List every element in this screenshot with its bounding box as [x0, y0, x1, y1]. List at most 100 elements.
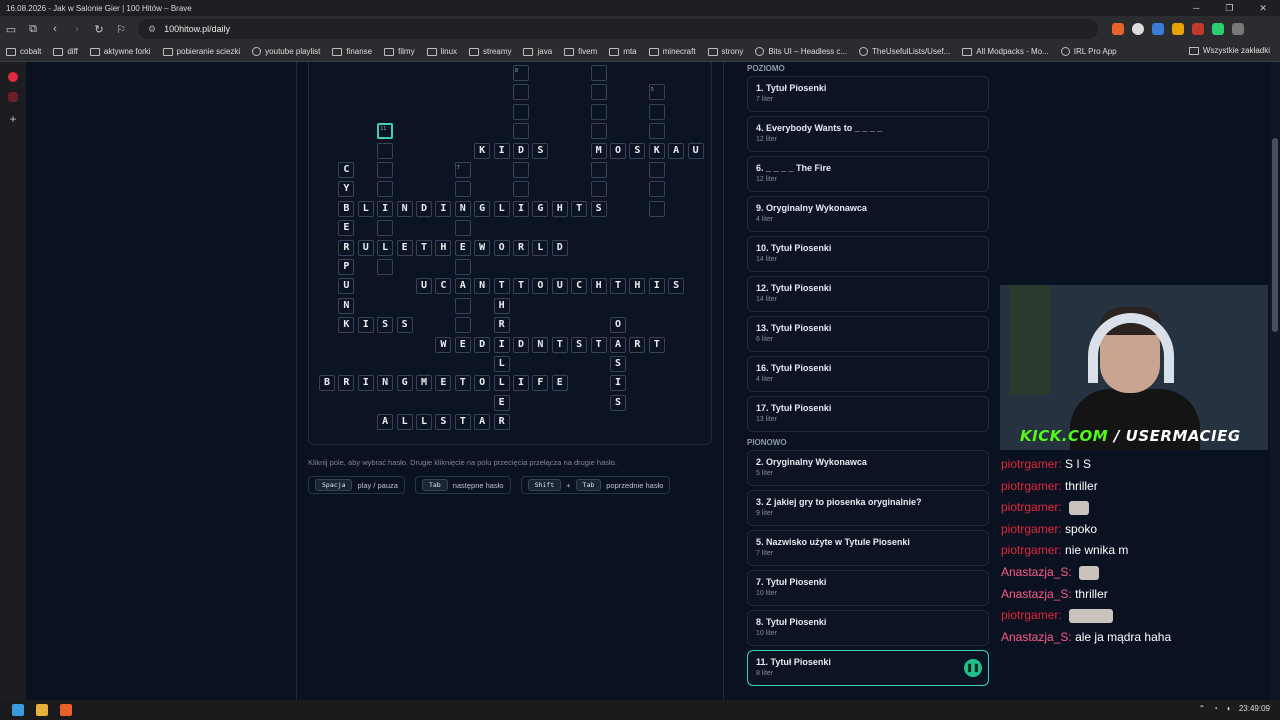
- volume-icon[interactable]: ◖: [1226, 704, 1231, 713]
- clue-card[interactable]: 9. Oryginalny Wykonawca 4 liter: [747, 196, 989, 232]
- extension-icon[interactable]: [1152, 23, 1164, 35]
- sidebar-toggle-icon[interactable]: ▭: [0, 23, 22, 36]
- crossword-cell[interactable]: N: [338, 297, 355, 314]
- crossword-cell[interactable]: R: [513, 239, 529, 256]
- crossword-cell[interactable]: U: [687, 142, 704, 159]
- crossword-cell[interactable]: S: [532, 142, 549, 159]
- crossword-cell[interactable]: F: [532, 375, 549, 392]
- crossword-cell[interactable]: H: [551, 200, 568, 217]
- app-icon[interactable]: [8, 92, 18, 102]
- bookmark-item[interactable]: fivem: [564, 47, 597, 56]
- crossword-cell[interactable]: P: [338, 259, 355, 275]
- network-icon[interactable]: ◔: [1213, 704, 1218, 713]
- clue-card[interactable]: 7. Tytuł Piosenki 10 liter: [747, 570, 989, 606]
- crossword-cell[interactable]: S: [377, 317, 394, 334]
- crossword-cell[interactable]: A: [454, 278, 471, 295]
- crossword-cell[interactable]: S: [571, 336, 588, 353]
- bookmark-item[interactable]: streamy: [469, 47, 511, 56]
- crossword-cell[interactable]: G: [532, 200, 549, 217]
- crossword-cell[interactable]: T: [590, 336, 607, 353]
- crossword-cell[interactable]: [513, 84, 529, 101]
- crossword-cell[interactable]: E: [435, 375, 452, 392]
- crossword-cell[interactable]: S: [435, 414, 452, 431]
- bookmark-item[interactable]: aktywne forki: [89, 47, 151, 56]
- clue-card[interactable]: 4. Everybody Wants to _ _ _ _ 12 liter: [747, 116, 989, 152]
- crossword-cell[interactable]: [454, 181, 471, 198]
- clue-card[interactable]: 16. Tytuł Piosenki 4 liter: [747, 356, 989, 392]
- minimize-icon[interactable]: ─: [1193, 3, 1199, 14]
- crossword-cell[interactable]: U: [338, 278, 355, 295]
- crossword-cell[interactable]: [454, 317, 471, 334]
- add-icon[interactable]: +: [0, 112, 26, 126]
- crossword-cell[interactable]: H: [435, 239, 452, 256]
- clue-card[interactable]: 6. _ _ _ _ The Fire 12 liter: [747, 156, 989, 192]
- crossword-cell[interactable]: S: [629, 142, 646, 159]
- url-bar[interactable]: ⚙ 100hitow.pl/daily: [138, 19, 1098, 39]
- crossword-cell[interactable]: I: [513, 200, 529, 217]
- clue-card[interactable]: 17. Tytuł Piosenki 13 liter: [747, 396, 989, 432]
- brave-shields-icon[interactable]: [1112, 23, 1124, 35]
- crossword-cell[interactable]: L: [396, 414, 413, 431]
- crossword-cell[interactable]: O: [493, 239, 510, 256]
- crossword-cell[interactable]: I: [513, 375, 529, 392]
- crossword-cell[interactable]: D: [551, 239, 568, 256]
- crossword-cell[interactable]: B: [319, 375, 335, 392]
- crossword-cell[interactable]: H: [493, 297, 510, 314]
- clue-card[interactable]: 13. Tytuł Piosenki 6 liter: [747, 316, 989, 352]
- page-scrollbar[interactable]: [1270, 62, 1280, 700]
- crossword-cell[interactable]: S: [396, 317, 413, 334]
- bookmark-item[interactable]: finanse: [332, 47, 372, 56]
- crossword-cell[interactable]: [590, 181, 607, 198]
- crossword-cell[interactable]: Y: [338, 181, 355, 198]
- crossword-cell[interactable]: 11: [377, 123, 394, 140]
- crossword-cell[interactable]: L: [493, 200, 510, 217]
- crossword-cell[interactable]: L: [377, 239, 394, 256]
- chat-username[interactable]: piotrgamer: [1001, 543, 1058, 557]
- crossword-cell[interactable]: [377, 259, 394, 275]
- crossword-cell[interactable]: D: [474, 336, 491, 353]
- crossword-cell[interactable]: G: [474, 200, 491, 217]
- crossword-cell[interactable]: [377, 220, 394, 237]
- crossword-cell[interactable]: [590, 162, 607, 178]
- site-info-icon[interactable]: ⚙: [148, 24, 156, 35]
- crossword-cell[interactable]: [454, 297, 471, 314]
- crossword-cell[interactable]: A: [668, 142, 685, 159]
- extension-icon[interactable]: [1172, 23, 1184, 35]
- chat-username[interactable]: piotrgamer: [1001, 479, 1058, 493]
- crossword-cell[interactable]: O: [610, 317, 626, 334]
- crossword-cell[interactable]: M: [416, 375, 432, 392]
- crossword-cell[interactable]: W: [435, 336, 452, 353]
- crossword-cell[interactable]: E: [454, 336, 471, 353]
- crossword-cell[interactable]: U: [357, 239, 374, 256]
- crossword-cell[interactable]: D: [513, 142, 529, 159]
- crossword-cell[interactable]: 5: [648, 84, 665, 101]
- scrollbar-thumb[interactable]: [1272, 138, 1278, 332]
- clue-card[interactable]: 5. Nazwisko użyte w Tytule Piosenki 7 lit…: [747, 530, 989, 566]
- chat-username[interactable]: piotrgamer: [1001, 522, 1058, 536]
- crossword-cell[interactable]: L: [357, 200, 374, 217]
- crossword-cell[interactable]: N: [377, 375, 394, 392]
- bookmark-item[interactable]: java: [523, 47, 552, 56]
- restore-icon[interactable]: ❐: [1225, 3, 1233, 14]
- bookmark-item[interactable]: TheUsefulLists/Usef...: [859, 47, 950, 56]
- chat-username[interactable]: piotrgamer: [1001, 457, 1058, 471]
- crossword-cell[interactable]: T: [648, 336, 665, 353]
- bookmark-item[interactable]: mta: [609, 47, 637, 56]
- bookmark-item[interactable]: minecraft: [648, 47, 696, 56]
- crossword-cell[interactable]: A: [610, 336, 626, 353]
- crossword-cell[interactable]: E: [551, 375, 568, 392]
- extension-icon[interactable]: [1212, 23, 1224, 35]
- extension-icon[interactable]: [1132, 23, 1144, 35]
- crossword-cell[interactable]: E: [338, 220, 355, 237]
- crossword-cell[interactable]: A: [377, 414, 394, 431]
- clue-card[interactable]: 2. Oryginalny Wykonawca 5 liter: [747, 450, 989, 486]
- chevron-up-icon[interactable]: ⌃: [1198, 704, 1205, 713]
- crossword-cell[interactable]: H: [590, 278, 607, 295]
- reload-icon[interactable]: ↻: [88, 23, 110, 36]
- crossword-cell[interactable]: R: [493, 317, 510, 334]
- crossword-cell[interactable]: D: [513, 336, 529, 353]
- bookmark-item[interactable]: All Modpacks - Mo...: [962, 47, 1049, 56]
- crossword-cell[interactable]: 8: [513, 65, 529, 81]
- crossword-cell[interactable]: K: [474, 142, 491, 159]
- crossword-cell[interactable]: G: [396, 375, 413, 392]
